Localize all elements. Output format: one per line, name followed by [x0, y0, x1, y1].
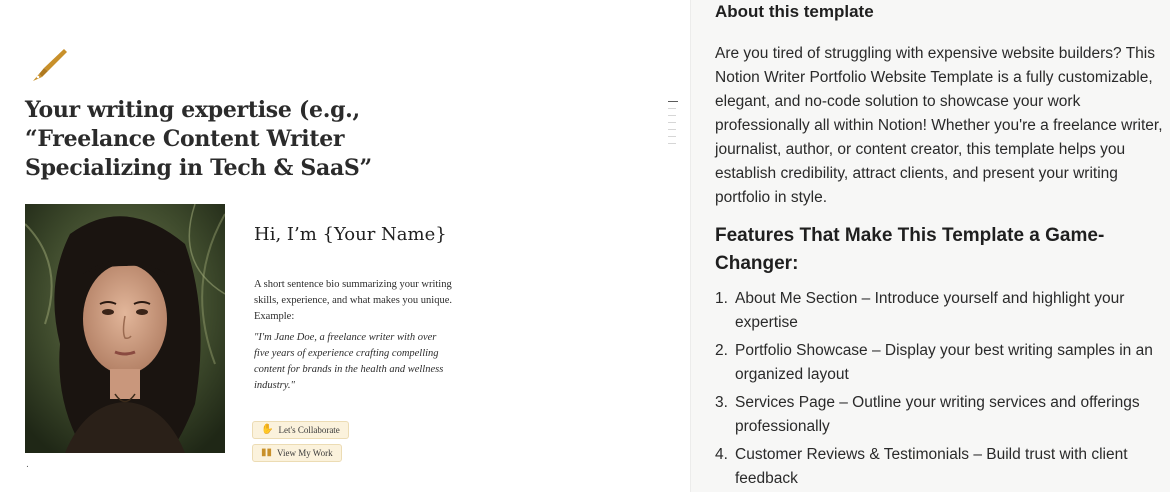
about-title: About this template: [715, 2, 874, 21]
wave-hand-icon: ✋: [261, 424, 274, 435]
template-preview: Your writing expertise (e.g., “Freelance…: [0, 0, 690, 492]
view-my-work-button[interactable]: ▮▮ View My Work: [252, 444, 342, 462]
bio-example-quote: "I'm Jane Doe, a freelance writer with o…: [254, 332, 444, 391]
page-outline-indicator[interactable]: [668, 101, 680, 150]
list-item: 1. About Me Section – Introduce yourself…: [715, 287, 1170, 335]
view-my-work-label: View My Work: [277, 448, 333, 458]
bio-text: A short sentence bio summarizing your wr…: [254, 279, 452, 322]
list-item: 4. Customer Reviews & Testimonials – Bui…: [715, 443, 1170, 491]
list-item-number: 2.: [715, 342, 728, 359]
greeting-heading: Hi, I’m {Your Name}: [254, 224, 447, 245]
fountain-pen-icon: [33, 49, 67, 81]
book-icon: ▮▮: [261, 447, 273, 458]
list-item: 2. Portfolio Showcase – Display your bes…: [715, 339, 1170, 387]
list-item-number: 3.: [715, 394, 728, 411]
page-headline: Your writing expertise (e.g., “Freelance…: [25, 97, 372, 181]
list-item-text: Customer Reviews & Testimonials – Build …: [735, 446, 1128, 487]
profile-photo: [25, 204, 225, 453]
lets-collaborate-button[interactable]: ✋ Let's Collaborate: [252, 421, 349, 439]
list-item-text: Services Page – Outline your writing ser…: [735, 394, 1140, 435]
about-paragraph: Are you tired of struggling with expensi…: [715, 45, 1163, 206]
features-list: 1. About Me Section – Introduce yourself…: [715, 287, 1170, 492]
about-template-panel: About this template Are you tired of str…: [690, 0, 1170, 492]
list-item-number: 4.: [715, 446, 728, 463]
lets-collaborate-label: Let's Collaborate: [278, 425, 340, 435]
trailing-dot: .: [26, 460, 29, 470]
list-item-number: 1.: [715, 290, 728, 307]
list-item: 3. Services Page – Outline your writing …: [715, 391, 1170, 439]
list-item-text: Portfolio Showcase – Display your best w…: [735, 342, 1153, 383]
features-heading: Features That Make This Template a Game-…: [715, 225, 1105, 274]
list-item-text: About Me Section – Introduce yourself an…: [735, 290, 1125, 331]
